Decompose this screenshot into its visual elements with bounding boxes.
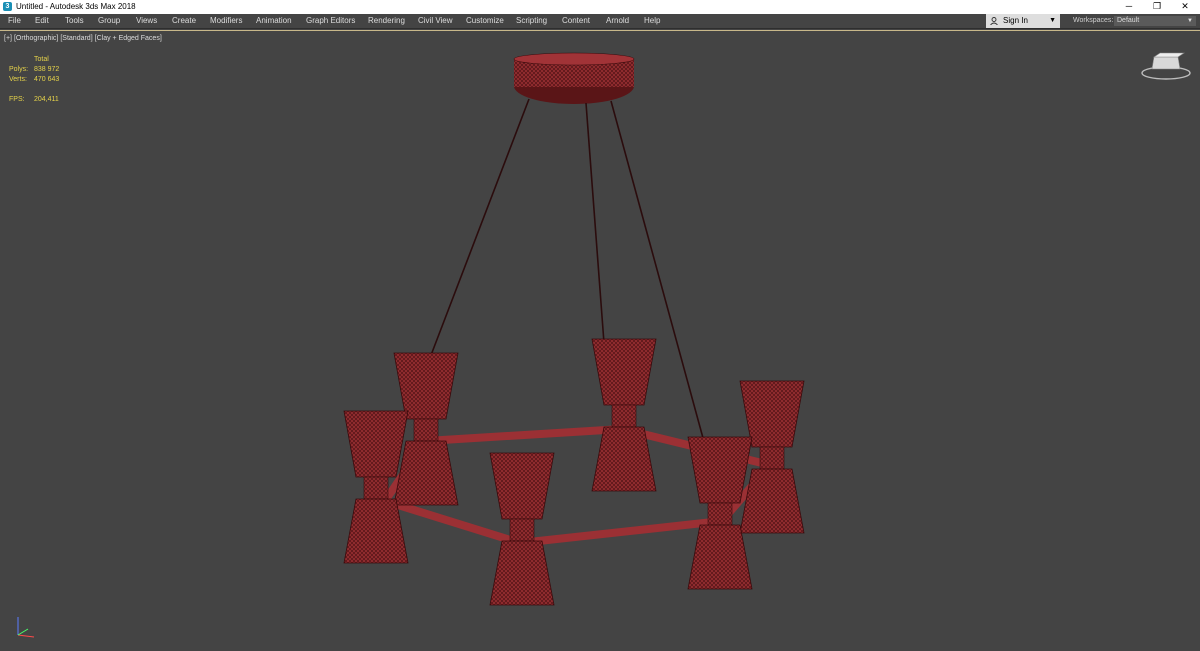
menu-arnold[interactable]: Arnold (606, 14, 629, 28)
menu-create[interactable]: Create (172, 14, 196, 28)
ceiling-canopy (513, 52, 635, 104)
suspension-cables (427, 98, 707, 450)
chevron-down-icon: ▼ (1187, 18, 1193, 24)
workspaces-value: Default (1117, 17, 1140, 24)
workspaces-label: Workspaces: (1073, 17, 1114, 24)
minimize-button[interactable]: ─ (1114, 0, 1144, 14)
lamp-units (343, 338, 805, 606)
viewport-perspective[interactable]: [+] [Orthographic] [Standard] [Clay + Edged… (0, 30, 1200, 651)
menu-graph-editors[interactable]: Graph Editors (306, 14, 355, 28)
menu-help[interactable]: Help (644, 14, 660, 28)
sign-in-label: Sign In (1003, 16, 1028, 25)
menu-customize[interactable]: Customize (466, 14, 504, 28)
menu-scripting[interactable]: Scripting (516, 14, 547, 28)
menu-edit[interactable]: Edit (35, 14, 49, 28)
user-icon (990, 17, 998, 25)
close-button[interactable]: ✕ (1170, 0, 1200, 14)
menu-group[interactable]: Group (98, 14, 120, 28)
sign-in-dropdown[interactable]: Sign In ▼ (986, 14, 1060, 28)
menu-views[interactable]: Views (136, 14, 157, 28)
workspaces-select[interactable]: Default ▼ (1114, 16, 1196, 26)
viewcube-icon[interactable] (1140, 51, 1192, 81)
restore-button[interactable]: ❐ (1142, 0, 1172, 14)
title-bar: 3 Untitled - Autodesk 3ds Max 2018 ─ ❐ ✕ (0, 0, 1200, 14)
menu-content[interactable]: Content (562, 14, 590, 28)
menu-rendering[interactable]: Rendering (368, 14, 405, 28)
axis-gizmo-icon (17, 617, 35, 638)
3ds-max-logo-icon: 3 (3, 2, 12, 11)
chandelier-model[interactable] (0, 31, 1200, 651)
menu-tools[interactable]: Tools (65, 14, 84, 28)
menu-modifiers[interactable]: Modifiers (210, 14, 242, 28)
menu-file[interactable]: File (8, 14, 21, 28)
window-title: Untitled - Autodesk 3ds Max 2018 (16, 2, 136, 11)
menu-civil-view[interactable]: Civil View (418, 14, 453, 28)
menu-animation[interactable]: Animation (256, 14, 292, 28)
chevron-down-icon: ▼ (1049, 17, 1056, 24)
